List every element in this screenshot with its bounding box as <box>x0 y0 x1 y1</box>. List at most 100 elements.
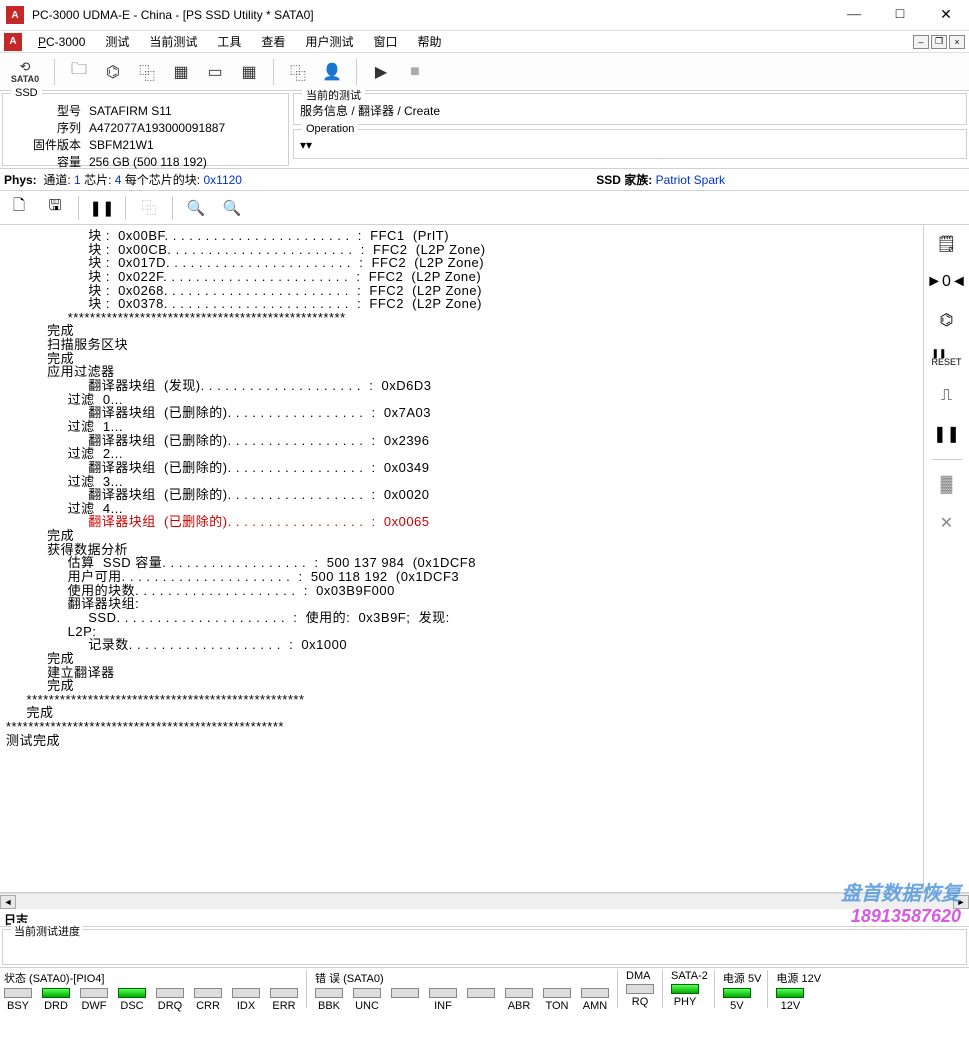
search-next-icon[interactable]: 🔍 <box>219 195 245 221</box>
stack-icon[interactable]: ▦ <box>167 58 195 86</box>
led-indicator <box>581 988 609 998</box>
copy-icon[interactable]: ⿻ <box>284 58 312 86</box>
right-icon-bar: 🗒 ►0◄ ⌬ ❚❚RESET ⎍ ❚❚ ▓ ✕ <box>923 225 969 892</box>
chip-icon[interactable]: ⌬ <box>99 58 127 86</box>
breadcrumb: 服务信息 / 翻译器 / Create <box>300 104 440 118</box>
pause-icon[interactable]: ❚❚ <box>932 421 962 447</box>
ruler-icon[interactable]: ▭ <box>201 58 229 86</box>
led-indicator <box>270 988 298 998</box>
new-doc-icon[interactable]: 🗋 <box>6 195 32 221</box>
led-bsy: BSY <box>2 988 34 1012</box>
led-5v: 5V <box>721 988 753 1012</box>
log-line: 获得数据分析 <box>6 543 917 557</box>
menu-tools[interactable]: 工具 <box>207 30 251 53</box>
chip3-icon[interactable]: ▓ <box>932 472 962 498</box>
copy-icon[interactable]: ⿻ <box>136 195 162 221</box>
separator <box>273 59 274 85</box>
operation-legend: Operation <box>302 123 358 135</box>
led-label: PHY <box>674 996 697 1008</box>
led-label: RQ <box>632 996 649 1008</box>
reset-icon[interactable]: ❚❚RESET <box>932 345 962 371</box>
stop-button[interactable]: ■ <box>401 58 429 86</box>
led-err: ERR <box>268 988 300 1012</box>
status-group-sata0: 状态 (SATA0)-[PIO4] BSYDRDDWFDSCDRQCRRIDXE… <box>2 970 300 1012</box>
led-indicator <box>232 988 260 998</box>
led-label: IDX <box>237 1000 255 1012</box>
ssd-panel: SSD 型号SATAFIRM S11 序列A472077A19300009188… <box>2 93 289 166</box>
horizontal-scrollbar[interactable]: ◄ ► <box>0 893 969 909</box>
usb-icon[interactable]: ⎍ <box>932 383 962 409</box>
status-group-dma: DMA RQ <box>624 970 656 1008</box>
minimize-button[interactable]: — <box>831 0 877 30</box>
status-label: 状态 (SATA0)-[PIO4] <box>2 970 300 986</box>
value-serial: A472077A193000091887 <box>87 119 284 136</box>
sata0-button[interactable]: ⟲ SATA0 <box>6 58 44 86</box>
label-model: 型号 <box>7 102 87 119</box>
log-line: 块 : 0x0268. . . . . . . . . . . . . . . … <box>6 284 917 298</box>
operation-panel: Operation ▾ <box>293 129 967 159</box>
exit-icon[interactable]: 👤 <box>318 58 346 86</box>
pause-icon[interactable]: ❚❚ <box>89 195 115 221</box>
pages-icon[interactable]: ⿻ <box>133 58 161 86</box>
log-line: 过滤 3... <box>6 475 917 489</box>
save-icon[interactable]: 🖫 <box>42 195 68 221</box>
plug-icon[interactable]: ►0◄ <box>932 269 962 295</box>
menu-window[interactable]: 窗口 <box>363 30 407 53</box>
close-button[interactable]: ✕ <box>923 0 969 30</box>
menu-current-test[interactable]: 当前测试 <box>139 30 207 53</box>
maximize-button[interactable]: □ <box>877 0 923 30</box>
led-ton: TON <box>541 988 573 1012</box>
led-label: AMN <box>583 1000 607 1012</box>
led-label: ERR <box>272 1000 295 1012</box>
led-bbk: BBK <box>313 988 345 1012</box>
progress-legend: 当前测试进度 <box>11 923 83 939</box>
menu-pc3000[interactable]: PC-3000 <box>28 32 95 52</box>
grid-icon[interactable]: ▦ <box>235 58 263 86</box>
led-label: UNC <box>355 1000 379 1012</box>
log-line: 应用过滤器 <box>6 365 917 379</box>
channel-label: 通道: <box>43 171 70 188</box>
led-label: BBK <box>318 1000 340 1012</box>
log-line: 翻译器块组 (已删除的). . . . . . . . . . . . . . … <box>6 434 917 448</box>
operation-dropdown[interactable]: ▾ <box>300 138 960 152</box>
scroll-left[interactable]: ◄ <box>0 895 16 909</box>
sub-toolbar: 🗋 🖫 ❚❚ ⿻ 🔍 🔍 <box>0 191 969 225</box>
led-dsc: DSC <box>116 988 148 1012</box>
led-indicator <box>156 988 184 998</box>
led-rq: RQ <box>624 984 656 1008</box>
scroll-right[interactable]: ► <box>953 895 969 909</box>
separator <box>306 970 307 1008</box>
led-drd: DRD <box>40 988 72 1012</box>
separator <box>714 970 715 1008</box>
led-blank <box>465 988 497 1012</box>
search-icon[interactable]: 🔍 <box>183 195 209 221</box>
value-firmware: SBFM21W1 <box>87 136 284 153</box>
play-button[interactable]: ▶ <box>367 58 395 86</box>
led-label: 5V <box>730 1000 743 1012</box>
led-label: DSC <box>120 1000 143 1012</box>
log-line: 过滤 0... <box>6 393 917 407</box>
info-icon[interactable]: 🗒 <box>932 231 962 257</box>
log-line: 翻译器块组 (已删除的). . . . . . . . . . . . . . … <box>6 515 917 529</box>
main-toolbar: ⟲ SATA0 🗀 ⌬ ⿻ ▦ ▭ ▦ ⿻ 👤 ▶ ■ <box>0 53 969 91</box>
mdi-close[interactable]: × <box>949 35 965 49</box>
log-line: 翻译器块组 (已删除的). . . . . . . . . . . . . . … <box>6 488 917 502</box>
app-icon-small[interactable]: A <box>4 33 22 51</box>
led-indicator <box>543 988 571 998</box>
value-capacity: 256 GB (500 118 192) <box>87 153 284 170</box>
menu-test[interactable]: 测试 <box>95 30 139 53</box>
per-chip-value: 0x1120 <box>203 173 241 187</box>
separator <box>617 970 618 1008</box>
led-indicator <box>626 984 654 994</box>
led-indicator <box>315 988 343 998</box>
mdi-restore[interactable]: ❐ <box>931 35 947 49</box>
mdi-minimize[interactable]: – <box>913 35 929 49</box>
log-output[interactable]: 块 : 0x00BF. . . . . . . . . . . . . . . … <box>0 225 923 892</box>
folder-icon[interactable]: 🗀 <box>65 58 93 86</box>
chip-icon[interactable]: ⌬ <box>932 307 962 333</box>
wrench-icon[interactable]: ✕ <box>932 510 962 536</box>
menu-view[interactable]: 查看 <box>251 30 295 53</box>
menu-help[interactable]: 帮助 <box>407 30 451 53</box>
menu-user-test[interactable]: 用户测试 <box>295 30 363 53</box>
led-blank <box>389 988 421 1012</box>
